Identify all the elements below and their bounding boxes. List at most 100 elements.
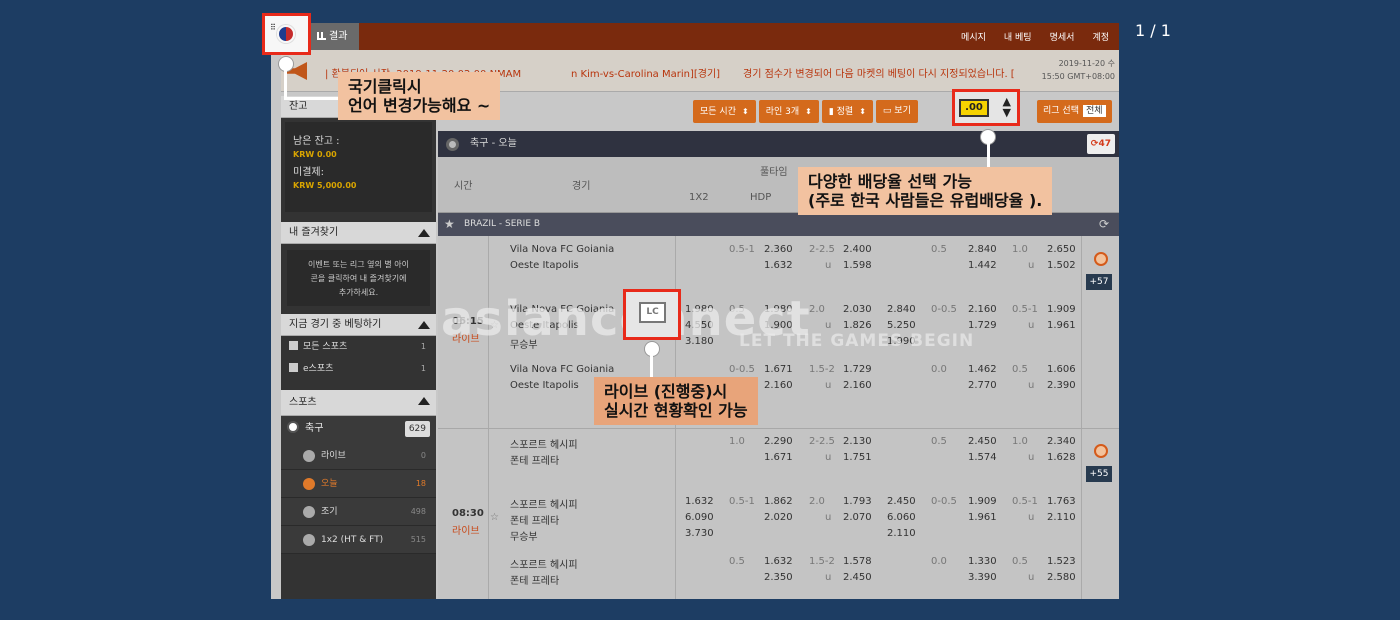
results-tab[interactable]: 결과 [311,23,359,50]
odds-under[interactable]: 2.070 [843,512,872,523]
odds-hdp-away[interactable]: 2.020 [764,512,793,523]
odds-half-hdp-home[interactable]: 2.450 [968,436,997,447]
sub-early[interactable]: 조기 498 [281,498,436,526]
odds-half-under[interactable]: 2.580 [1047,572,1076,583]
refresh-icon[interactable]: ⟳ [1099,213,1109,236]
odds-half-over[interactable]: 1.909 [1047,304,1076,315]
odds-hdp-home[interactable]: 2.360 [764,244,793,255]
nav-statement[interactable]: 명세서 [1050,30,1075,43]
odds-half-over[interactable]: 1.606 [1047,364,1076,375]
live-center-button[interactable]: LC [623,289,681,340]
odds-half-under[interactable]: 1.502 [1047,260,1076,271]
more-markets-button[interactable]: +57 [1086,274,1112,290]
odds-hdp-away[interactable]: 1.671 [764,452,793,463]
odds-half-hdp-home[interactable]: 1.909 [968,496,997,507]
sub-live[interactable]: 라이브 0 [281,442,436,470]
favorites-header[interactable]: 내 즐겨찾기 [281,222,436,244]
sports-header[interactable]: 스포츠 [281,390,436,416]
odds-over[interactable]: 1.578 [843,556,872,567]
sub-1x2-ht-ft[interactable]: 1x2 (HT & FT) 515 [281,526,436,554]
odds-half-hdp-away[interactable]: 1.574 [968,452,997,463]
odds-under[interactable]: 1.598 [843,260,872,271]
home-team: 스포르트 헤시피 [510,560,578,571]
sport-soccer[interactable]: 축구 629 [281,416,436,442]
refresh-button[interactable]: ⟳47 [1086,134,1115,154]
radio-icon [303,478,315,490]
odds-half-hdp-away[interactable]: 2.770 [968,380,997,391]
odds-under[interactable]: 1.826 [843,320,872,331]
odds-half-hdp-home[interactable]: 2.840 [968,244,997,255]
odds-half-under[interactable]: 2.110 [1047,512,1076,523]
collapse-triangle-icon[interactable] [418,397,430,405]
odds-half-over[interactable]: 1.523 [1047,556,1076,567]
odds-hdp-home[interactable]: 1.671 [764,364,793,375]
odds-half-under[interactable]: 1.961 [1047,320,1076,331]
language-flag-button[interactable] [262,13,311,55]
odds-hdp-away[interactable]: 2.160 [764,380,793,391]
odds-under[interactable]: 1.751 [843,452,872,463]
odds-over[interactable]: 2.030 [843,304,872,315]
live-betting-header[interactable]: 지금 경기 중 베팅하기 [281,314,436,336]
sidebar-item-esports[interactable]: e스포츠 1 [281,358,436,380]
odds-half-over[interactable]: 2.650 [1047,244,1076,255]
nav-my-bets[interactable]: 내 베팅 [1004,30,1032,43]
odds-half-1x2[interactable]: 2.840 [887,304,916,315]
stats-icon[interactable] [1094,444,1108,458]
sidebar-item-all-sports[interactable]: 모든 스포츠 1 [281,336,436,358]
odds-half-under[interactable]: 1.628 [1047,452,1076,463]
collapse-triangle-icon[interactable] [418,321,430,329]
collapse-triangle-icon[interactable] [418,229,430,237]
odds-over[interactable]: 2.130 [843,436,872,447]
odds-over[interactable]: 1.793 [843,496,872,507]
odds-under[interactable]: 2.450 [843,572,872,583]
odds-half-hdp-away[interactable]: 1.961 [968,512,997,523]
league-row[interactable]: ★ BRAZIL - SERIE B ⟳ [438,213,1119,236]
odds-half-1x2[interactable]: 2.450 [887,496,916,507]
odds-1x2[interactable]: 1.632 [685,496,714,507]
odds-half-over[interactable]: 2.340 [1047,436,1076,447]
stats-icon[interactable] [1094,252,1108,266]
nav-messages[interactable]: 메시지 [961,30,986,43]
odds-half-hdp-away[interactable]: 1.442 [968,260,997,271]
ou-under: u [825,320,832,331]
odds-over[interactable]: 1.729 [843,364,872,375]
sort-label: 정렬 [836,107,854,117]
view-icon: ▭ [882,106,895,116]
sub-label: 조기 [321,507,338,517]
news-date: 2019-11-20 수 [1058,59,1115,68]
odds-hdp-away[interactable]: 2.350 [764,572,793,583]
odds-over[interactable]: 2.400 [843,244,872,255]
view-dropdown[interactable]: ▭ 보기 [875,100,918,123]
sort-dropdown[interactable]: ▮ 정렬 ⬍ [821,100,873,123]
nav-account[interactable]: 계정 [1092,30,1109,43]
favorites-hint: 이벤트 또는 리그 옆의 별 아이 콘을 클릭하여 내 즐겨찾기에 추가하세요. [287,250,430,306]
odds-hdp-home[interactable]: 1.632 [764,556,793,567]
odds-half-hdp-away[interactable]: 3.390 [968,572,997,583]
more-markets-button[interactable]: +55 [1086,466,1112,482]
odds-half-hdp-home[interactable]: 1.462 [968,364,997,375]
odds-half-hdp-home[interactable]: 1.330 [968,556,997,567]
odds-hdp-away[interactable]: 1.632 [764,260,793,271]
star-icon[interactable]: ☆ [490,512,499,523]
odds-hdp-home[interactable]: 1.862 [764,496,793,507]
refresh-count: 47 [1098,139,1111,149]
odds-1x2[interactable]: 3.730 [685,528,714,539]
odds-format-selector[interactable]: .00 ▲ ▼ [952,89,1020,126]
league-select-all: 전체 [1082,105,1106,117]
odds-1x2[interactable]: 6.090 [685,512,714,523]
odds-half-hdp-away[interactable]: 1.729 [968,320,997,331]
lines-dropdown[interactable]: 라인 3개 ⬍ [758,100,819,123]
sub-today[interactable]: 오늘 18 [281,470,436,498]
all-time-dropdown[interactable]: 모든 시간 ⬍ [693,100,756,123]
odds-half-hdp-home[interactable]: 2.160 [968,304,997,315]
ou-under: u [825,452,832,463]
odds-under[interactable]: 2.160 [843,380,872,391]
odds-half-1x2[interactable]: 6.060 [887,512,916,523]
league-select-button[interactable]: 리그 선택 전체 [1037,100,1112,123]
star-icon[interactable]: ★ [444,213,455,236]
odds-half-under[interactable]: 2.390 [1047,380,1076,391]
odds-hdp-home[interactable]: 2.290 [764,436,793,447]
odds-half-1x2[interactable]: 2.110 [887,528,916,539]
odds-half-1x2[interactable]: 5.250 [887,320,916,331]
odds-half-over[interactable]: 1.763 [1047,496,1076,507]
